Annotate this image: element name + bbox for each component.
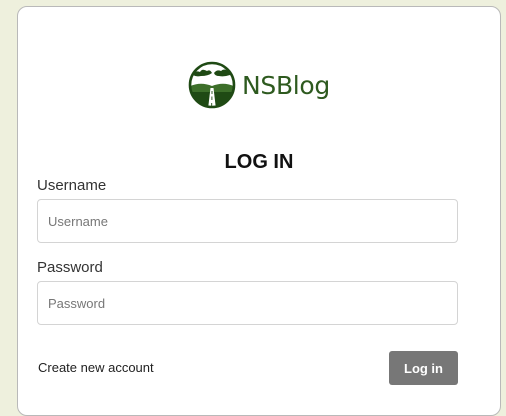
password-label: Password: [37, 259, 103, 276]
brand-name: NSBlog: [241, 70, 331, 100]
create-account-link[interactable]: Create new account: [38, 360, 154, 375]
password-input[interactable]: [37, 281, 458, 325]
road-landscape-logo-icon: [188, 61, 236, 109]
username-input[interactable]: [37, 199, 458, 243]
login-button[interactable]: Log in: [389, 351, 458, 385]
page-title: LOG IN: [224, 151, 294, 173]
brand: NSBlog: [18, 61, 500, 109]
username-label: Username: [37, 177, 107, 194]
